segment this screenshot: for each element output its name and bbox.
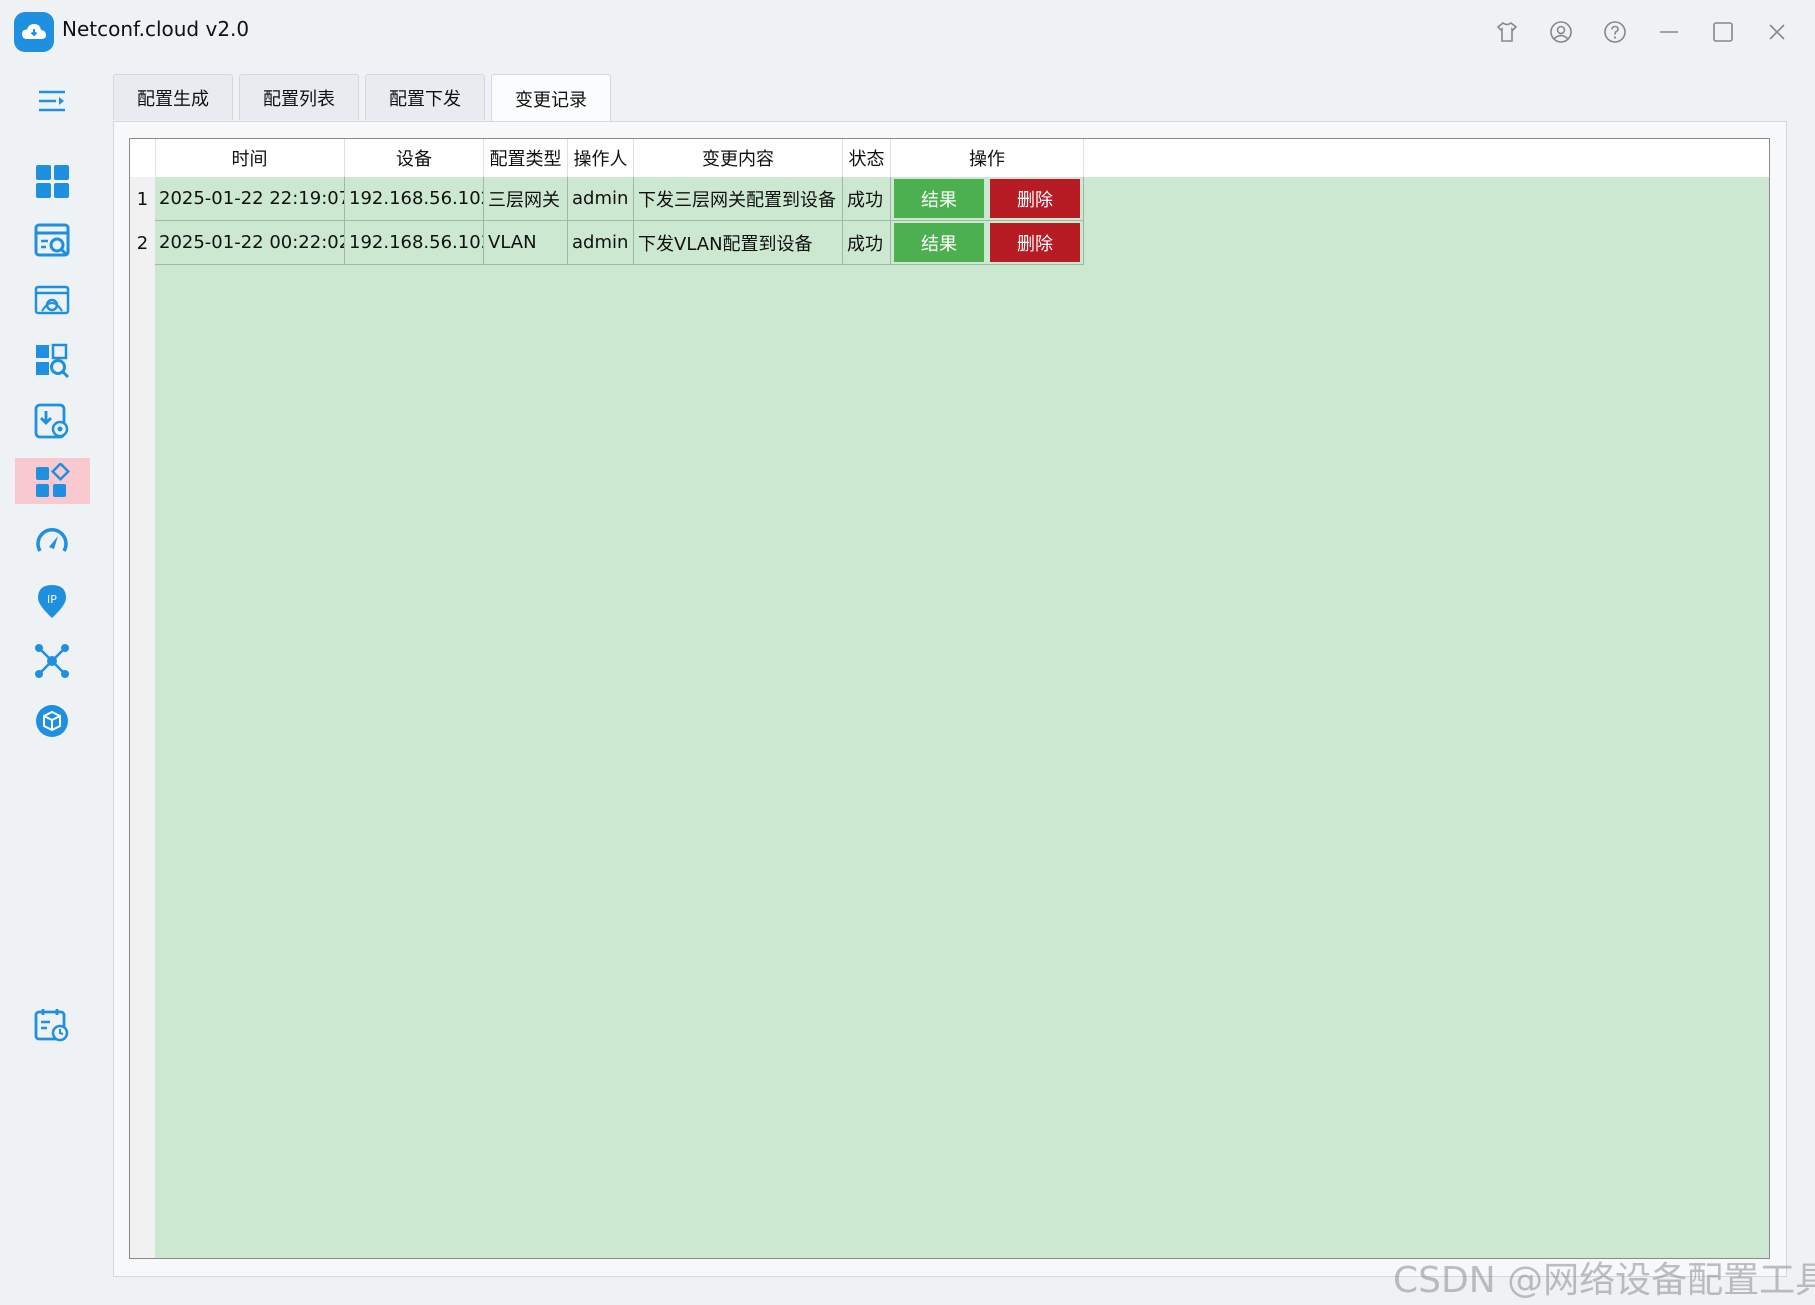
- schedule-icon[interactable]: [15, 1002, 90, 1048]
- topology-icon[interactable]: [15, 638, 90, 684]
- maximize-icon[interactable]: [1705, 14, 1741, 50]
- column-header-device[interactable]: 设备: [345, 139, 484, 177]
- tab-config-list[interactable]: 配置列表: [239, 74, 359, 120]
- cell-time[interactable]: 2025-01-22 00:22:02: [155, 221, 345, 265]
- cloud-logo-icon: [14, 12, 54, 52]
- delete-button[interactable]: 删除: [990, 179, 1080, 218]
- user-icon[interactable]: [1543, 14, 1579, 50]
- skin-icon[interactable]: [1489, 14, 1525, 50]
- tab-config-deploy[interactable]: 配置下发: [365, 74, 485, 120]
- tab-change-log[interactable]: 变更记录: [491, 74, 611, 123]
- config-search-icon[interactable]: [15, 218, 90, 264]
- column-header-operator[interactable]: 操作人: [568, 139, 634, 177]
- row-number[interactable]: 2: [130, 221, 155, 265]
- speedometer-icon[interactable]: [15, 518, 90, 564]
- sidebar: IP: [0, 62, 104, 1305]
- apps-icon[interactable]: [15, 458, 90, 504]
- column-header-change-content[interactable]: 变更内容: [634, 139, 843, 177]
- cell-operator[interactable]: admin: [568, 221, 634, 265]
- menu-toggle-icon[interactable]: [15, 78, 90, 124]
- cell-status[interactable]: 成功: [843, 221, 891, 265]
- device-search-icon[interactable]: [15, 338, 90, 384]
- title-bar: Netconf.cloud v2.0: [0, 0, 1815, 62]
- column-header-actions[interactable]: 操作: [891, 139, 1084, 177]
- help-icon[interactable]: [1597, 14, 1633, 50]
- cell-config-type[interactable]: 三层网关: [484, 177, 568, 221]
- row-number[interactable]: 1: [130, 177, 155, 221]
- close-icon[interactable]: [1759, 14, 1795, 50]
- cell-time[interactable]: 2025-01-22 22:19:07: [155, 177, 345, 221]
- window-settings-icon[interactable]: [15, 278, 90, 324]
- change-log-table: 时间 设备 配置类型 操作人 变更内容 状态 操作 1 2025-01-22 2…: [129, 138, 1770, 1259]
- cell-config-type[interactable]: VLAN: [484, 221, 568, 265]
- cell-device[interactable]: 192.168.56.103: [345, 221, 484, 265]
- column-header-config-type[interactable]: 配置类型: [484, 139, 568, 177]
- column-header-time[interactable]: 时间: [155, 139, 345, 177]
- column-header-status[interactable]: 状态: [843, 139, 891, 177]
- watermark: CSDN @网络设备配置工具: [1393, 1260, 1815, 1301]
- delete-button[interactable]: 删除: [990, 223, 1080, 262]
- ip-location-icon[interactable]: IP: [15, 578, 90, 624]
- cell-status[interactable]: 成功: [843, 177, 891, 221]
- svg-text:IP: IP: [47, 593, 57, 606]
- app-title: Netconf.cloud v2.0: [62, 17, 250, 41]
- tab-config-generate[interactable]: 配置生成: [113, 74, 233, 120]
- package-icon[interactable]: [15, 698, 90, 744]
- table-header: 时间 设备 配置类型 操作人 变更内容 状态 操作: [130, 139, 1769, 177]
- result-button[interactable]: 结果: [894, 179, 984, 218]
- cell-change-content[interactable]: 下发三层网关配置到设备: [634, 177, 843, 221]
- cell-operator[interactable]: admin: [568, 177, 634, 221]
- cell-device[interactable]: 192.168.56.102: [345, 177, 484, 221]
- minimize-icon[interactable]: [1651, 14, 1687, 50]
- cell-change-content[interactable]: 下发VLAN配置到设备: [634, 221, 843, 265]
- dashboard-icon[interactable]: [15, 158, 90, 204]
- table-corner: [130, 139, 156, 177]
- row-header-column: [130, 177, 155, 1258]
- download-settings-icon[interactable]: [15, 398, 90, 444]
- result-button[interactable]: 结果: [894, 223, 984, 262]
